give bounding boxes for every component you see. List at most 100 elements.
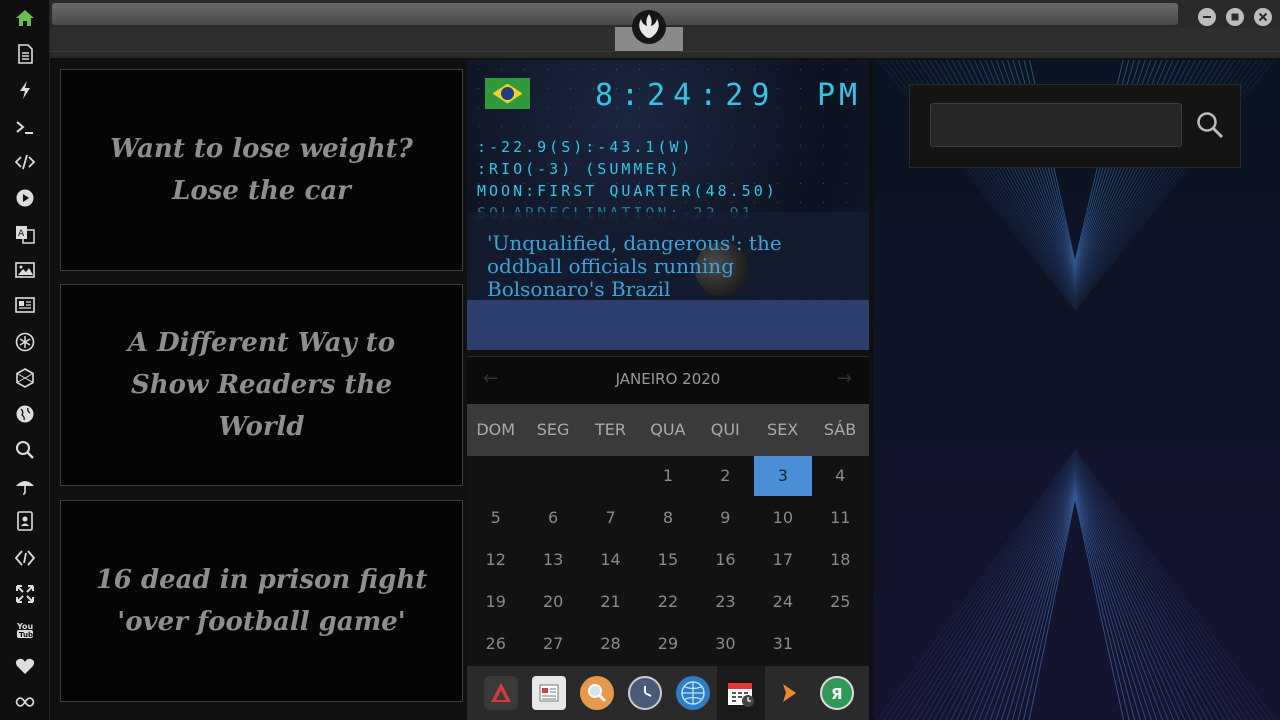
calendar-day[interactable]: 27 xyxy=(524,624,581,664)
close-button[interactable] xyxy=(1254,8,1272,26)
weekday-header: DOM SEG TER QUA QUI SEX SÁB xyxy=(467,404,869,456)
news-headline[interactable]: 'Unqualified, dangerous': the oddball of… xyxy=(487,232,847,301)
search-icon[interactable] xyxy=(1190,105,1230,145)
quote-card[interactable]: 16 dead in prison fight 'over football g… xyxy=(60,500,463,702)
calendar-day[interactable]: 24 xyxy=(754,582,811,622)
calendar-day[interactable]: 29 xyxy=(639,624,696,664)
calendar-day[interactable]: 31 xyxy=(754,624,811,664)
calendar-day[interactable]: 13 xyxy=(524,540,581,580)
weekday-label: QUI xyxy=(710,420,740,439)
calendar-day[interactable]: 21 xyxy=(582,582,639,622)
news-icon[interactable] xyxy=(9,292,41,318)
weekday-label: DOM xyxy=(476,420,516,439)
play-icon[interactable] xyxy=(9,185,41,211)
calendar-day[interactable]: 16 xyxy=(697,540,754,580)
clock-app-icon[interactable] xyxy=(628,676,662,710)
clock-location: :RIO(-3) (SUMMER) xyxy=(477,160,682,178)
clock-coords: :-22.9(S):-43.1(W) xyxy=(477,138,694,156)
next-month-button[interactable]: → xyxy=(837,368,852,389)
weekday-label: TER xyxy=(594,420,626,439)
globe-icon[interactable] xyxy=(9,401,41,427)
calendar-day[interactable]: 9 xyxy=(697,498,754,538)
calendar-day[interactable]: 14 xyxy=(582,540,639,580)
search-app-icon[interactable] xyxy=(580,676,614,710)
quote-card[interactable]: Want to lose weight? Lose the car xyxy=(60,69,463,271)
calendar-day[interactable]: 22 xyxy=(639,582,696,622)
quote-text: A Different Way to Show Readers the Worl… xyxy=(127,328,396,442)
search-widget xyxy=(909,84,1241,168)
calendar-day-today[interactable]: 3 xyxy=(754,456,812,496)
wallpaper-panel xyxy=(873,60,1280,720)
app-launcher-icon[interactable] xyxy=(484,676,518,710)
calendar-day[interactable]: 5 xyxy=(467,498,524,538)
youtube-icon[interactable]: YouTube xyxy=(9,617,41,643)
terminal-icon[interactable] xyxy=(9,114,41,140)
calendar-day[interactable]: 25 xyxy=(812,582,869,622)
calendar-day[interactable]: 23 xyxy=(697,582,754,622)
clock-ampm: PM xyxy=(817,78,862,113)
calendar-day[interactable]: 17 xyxy=(754,540,811,580)
clock-widget: 8:24:29 PM :-22.9(S):-43.1(W) :RIO(-3) (… xyxy=(467,60,869,350)
document-icon[interactable] xyxy=(9,41,41,67)
address-bar[interactable] xyxy=(52,3,1178,25)
search-icon[interactable] xyxy=(9,437,41,463)
translate-icon[interactable]: A xyxy=(9,221,41,247)
lightning-icon[interactable] xyxy=(9,77,41,103)
contacts-icon[interactable] xyxy=(9,508,41,534)
calendar-day[interactable]: 19 xyxy=(467,582,524,622)
rebel-icon[interactable] xyxy=(9,329,41,355)
content-area: Want to lose weight? Lose the car A Diff… xyxy=(50,58,1280,720)
weekday-label: QUA xyxy=(650,420,686,439)
svg-text:You: You xyxy=(16,622,34,631)
news-reader-icon[interactable] xyxy=(532,676,566,710)
calendar-day[interactable]: 1 xyxy=(639,456,696,496)
calendar-day[interactable]: 11 xyxy=(812,498,869,538)
calendar-day[interactable]: 10 xyxy=(754,498,811,538)
minimize-button[interactable] xyxy=(1198,8,1216,26)
rebel-logo-icon xyxy=(632,10,666,44)
top-bar xyxy=(50,0,1280,58)
clock-time: 8:24:29 xyxy=(595,78,778,113)
calendar-day[interactable]: 15 xyxy=(639,540,696,580)
calendar-day[interactable]: 4 xyxy=(812,456,869,496)
infinity-icon[interactable] xyxy=(9,689,41,715)
search-input[interactable] xyxy=(930,103,1182,147)
calendar-day[interactable]: 7 xyxy=(582,498,639,538)
image-icon[interactable] xyxy=(9,257,41,283)
expand-icon[interactable] xyxy=(9,581,41,607)
app-dock: Я xyxy=(467,666,869,720)
browser-globe-icon[interactable] xyxy=(676,676,710,710)
calendar-day[interactable]: 28 xyxy=(582,624,639,664)
svg-text:A: A xyxy=(18,229,25,239)
sidebar: A YouTube xyxy=(0,0,50,720)
media-play-icon[interactable] xyxy=(772,676,806,710)
weekday-label: SEX xyxy=(767,420,799,439)
calendar-day[interactable]: 8 xyxy=(639,498,696,538)
weekday-label: SEG xyxy=(536,420,570,439)
calendar-month-title: JANEIRO 2020 xyxy=(615,370,721,388)
calendar-day[interactable]: 18 xyxy=(812,540,869,580)
calendar-day[interactable]: 12 xyxy=(467,540,524,580)
calendar-day[interactable]: 2 xyxy=(697,456,754,496)
calendar-day[interactable]: 30 xyxy=(697,624,754,664)
maximize-button[interactable] xyxy=(1226,8,1244,26)
umbrella-icon[interactable] xyxy=(9,473,41,499)
desktop: A YouTube xyxy=(0,0,1280,720)
quote-text: Want to lose weight? Lose the car xyxy=(110,134,413,206)
svg-text:Tube: Tube xyxy=(19,631,35,639)
home-icon[interactable] xyxy=(9,5,41,31)
clock-moon-phase: MOON:FIRST QUARTER(48.50) xyxy=(477,182,778,200)
calendar-app-icon[interactable] xyxy=(724,676,758,710)
hexagon-icon[interactable] xyxy=(9,365,41,391)
calendar-day[interactable]: 6 xyxy=(524,498,581,538)
quote-text: 16 dead in prison fight 'over football g… xyxy=(95,565,428,637)
weekday-label: SÁB xyxy=(823,420,857,439)
diamond-code-icon[interactable] xyxy=(9,545,41,571)
quote-card[interactable]: A Different Way to Show Readers the Worl… xyxy=(60,284,463,486)
yandex-icon[interactable]: Я xyxy=(820,676,854,710)
heart-icon[interactable] xyxy=(9,653,41,679)
svg-text:Я: Я xyxy=(831,685,843,703)
calendar-day[interactable]: 26 xyxy=(467,624,524,664)
calendar-day[interactable]: 20 xyxy=(524,582,581,622)
code-icon[interactable] xyxy=(9,149,41,175)
